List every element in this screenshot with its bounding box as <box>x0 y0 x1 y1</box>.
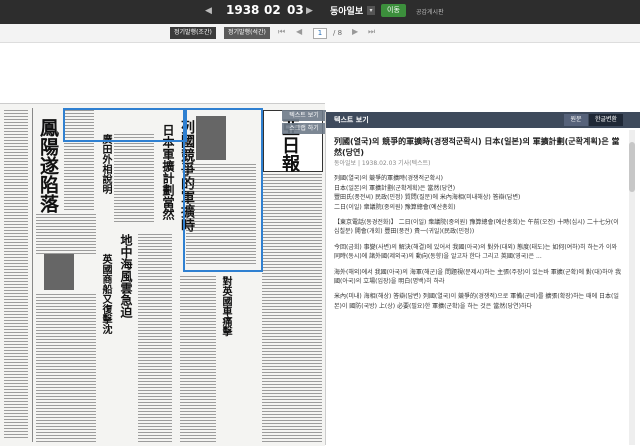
tab-korean-conversion[interactable]: 한글변환 <box>589 114 623 126</box>
article-selection-box[interactable] <box>63 108 187 142</box>
scan-column <box>36 214 96 254</box>
prev-date-arrow-icon[interactable]: ◀ <box>205 6 212 16</box>
current-page-input[interactable]: 1 <box>313 28 327 39</box>
scan-headline-icon: 對英國車痛擊 <box>220 276 231 336</box>
text-line: 日本(일본)의 軍擴計劃(군확계획)은 當然(당연) <box>334 184 456 192</box>
article-paragraph-2: 【東京電話(동경전화)】 二日(이일) 衆議院(중의원) 豫算總會(예산총회)는… <box>334 219 619 236</box>
scan-divider <box>32 108 33 442</box>
article-selection-box[interactable] <box>183 108 263 272</box>
article-meta: 동아일보 | 1938.02.03 기사(텍스트) <box>334 160 431 167</box>
prev-page-icon[interactable]: ◀ <box>296 27 302 36</box>
text-view-button[interactable]: 텍스트 보기 <box>282 110 326 121</box>
panel-title: 텍스트 보기 <box>334 116 369 124</box>
scan-headline-icon: 鳳陽遂陷落 <box>37 118 59 213</box>
scan-portrait-photo-icon <box>44 254 74 290</box>
last-page-icon[interactable]: ⏭ <box>368 27 375 37</box>
text-line: 列國(열국)의 競爭的軍擴時(경쟁적군확시) <box>334 175 443 183</box>
first-page-icon[interactable]: ⏮ <box>278 27 285 37</box>
scan-headline-icon: 廣田外相說明 <box>100 134 111 194</box>
month-selector[interactable]: 02 <box>264 3 281 17</box>
edition-evening-tab[interactable]: 정기발행(석간) <box>224 27 270 39</box>
article-paragraph-4: 海外(해외)에서 我國(아국)의 海軍(해군)을 問題視(문제시)하는 主張(주… <box>334 268 622 286</box>
scrollbar-thumb[interactable] <box>629 142 635 192</box>
scan-column <box>138 234 172 442</box>
day-selector[interactable]: 03 <box>287 3 304 17</box>
article-paragraph-1: 列國(열국)의 競爭的軍擴時(경쟁적군확시) 日本(일본)의 軍擴計劃(군확계획… <box>334 174 624 212</box>
newspaper-scan-image[interactable]: 鳳陽遂陷落 廣田外相說明 地中海風雲急迫 英國商船又復擊沈 列國競爭的軍擴時 日… <box>0 103 325 446</box>
newspaper-selector[interactable]: 동아일보 <box>330 4 363 17</box>
text-line: 二日(이일) 衆議院(중의원) 豫算總會(예산총회) <box>334 203 456 211</box>
article-text-body: 列國(열국)의 競爭的軍擴時(경쟁적군확시) 日本(일본)의 軍擴計劃(군확계획… <box>334 136 624 311</box>
tab-original-text[interactable]: 원문 <box>564 114 588 126</box>
text-line: 豐田氏(풍전씨) 民政(민정) 質問(질문)에 米內海相(미내해상) 答辯(답변… <box>334 194 521 202</box>
year-selector[interactable]: 1938 <box>226 3 259 17</box>
bulletin-link[interactable]: 공감게시판 <box>416 7 444 16</box>
total-pages: / 8 <box>333 29 343 37</box>
scan-column <box>114 134 154 224</box>
next-date-arrow-icon[interactable]: ▶ <box>306 6 313 16</box>
go-button[interactable]: 이동 <box>381 4 406 17</box>
chevron-down-icon[interactable]: ▾ <box>367 6 375 15</box>
panel-header: 텍스트 보기 원문 한글변환 <box>326 112 640 128</box>
scan-headline-icon: 英國商船又復擊沈 <box>100 254 111 334</box>
next-page-icon[interactable]: ▶ <box>352 27 358 36</box>
panel-scrollbar[interactable] <box>629 130 635 445</box>
article-paragraph-3: 今回(금회) 事變(사변)의 解決(해결)에 있어서 我國(아국)의 對外(대외… <box>334 243 617 261</box>
edition-morning-tab[interactable]: 정기발행(조간) <box>170 27 216 39</box>
scan-column <box>180 276 216 442</box>
article-paragraph-5: 米內(미내) 海相(해상) 答辯(답변) 列國(열국)이 競爭的(경쟁적)으로 … <box>334 293 619 310</box>
scan-column <box>36 294 96 442</box>
page-toolbar: 정기발행(조간) 정기발행(석간) ⏮ ◀ 1 / 8 ▶ ⏭ <box>0 24 640 43</box>
scrap-button[interactable]: 스크랩 하기 <box>282 123 326 134</box>
scan-column <box>262 174 322 442</box>
article-title: 列國(열국)의 競爭的軍擴時(경쟁적군확시) 日本(일본)의 軍擴計劃(군확계획… <box>334 137 620 157</box>
text-view-panel: 텍스트 보기 원문 한글변환 列國(열국)의 競爭的軍擴時(경쟁적군확시) 日本… <box>325 112 640 445</box>
top-navigation-bar: ◀ 1938 02 03 ▶ 동아일보 ▾ 이동 공감게시판 <box>0 0 640 24</box>
scan-headline-icon: 地中海風雲急迫 <box>119 234 133 318</box>
scan-column <box>4 110 28 440</box>
